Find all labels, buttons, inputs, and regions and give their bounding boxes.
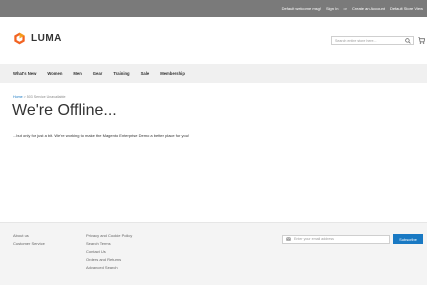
footer-column-1: About us Customer Service [13,232,45,248]
newsletter-placeholder: Enter your email address [294,237,334,241]
breadcrumb: Home > 503 Service Unavailable [13,95,65,99]
logo[interactable]: LUMA [13,32,62,45]
footer: About us Customer Service Privacy and Co… [0,222,427,285]
welcome-message: Default welcome msg! [281,6,321,11]
newsletter-form: Enter your email address Subscribe [282,234,423,244]
offline-message: ...but only for just a bit. We're workin… [13,133,190,138]
footer-link-search-terms[interactable]: Search Terms [86,240,132,248]
search-icon[interactable] [405,38,411,44]
nav-item-gear[interactable]: Gear [93,71,103,76]
header: LUMA Search entire store here... [0,17,427,62]
cart-icon[interactable] [418,37,425,44]
search-placeholder: Search entire store here... [335,38,377,43]
footer-link-orders-returns[interactable]: Orders and Returns [86,256,132,264]
footer-link-contact-us[interactable]: Contact Us [86,248,132,256]
page-title: We're Offline... [12,102,117,119]
breadcrumb-home-link[interactable]: Home [13,95,23,99]
or-separator: or [343,6,348,11]
footer-link-privacy[interactable]: Privacy and Cookie Policy [86,232,132,240]
nav-item-women[interactable]: Women [47,71,62,76]
store-view-switcher[interactable]: Default Store View [390,6,423,11]
nav-item-training[interactable]: Training [113,71,129,76]
newsletter-email-input[interactable]: Enter your email address [282,234,390,244]
nav-item-sale[interactable]: Sale [141,71,150,76]
luma-logo-icon [14,32,25,45]
envelope-icon [286,237,291,241]
nav-item-men[interactable]: Men [73,71,81,76]
footer-link-advanced-search[interactable]: Advanced Search [86,264,132,272]
logo-text: LUMA [31,33,62,44]
top-bar: Default welcome msg! Sign In or Create a… [0,0,427,17]
subscribe-button[interactable]: Subscribe [393,234,423,244]
breadcrumb-current: 503 Service Unavailable [26,95,66,99]
footer-column-2: Privacy and Cookie Policy Search Terms C… [86,232,132,272]
search-input[interactable]: Search entire store here... [331,36,414,45]
create-account-link[interactable]: Create an Account [352,6,385,11]
footer-link-about-us[interactable]: About us [13,232,45,240]
main-navigation: What's New Women Men Gear Training Sale … [0,64,427,83]
nav-item-membership[interactable]: Membership [160,71,185,76]
sign-in-link[interactable]: Sign In [326,6,338,11]
footer-link-customer-service[interactable]: Customer Service [13,240,45,248]
nav-item-whats-new[interactable]: What's New [13,71,36,76]
